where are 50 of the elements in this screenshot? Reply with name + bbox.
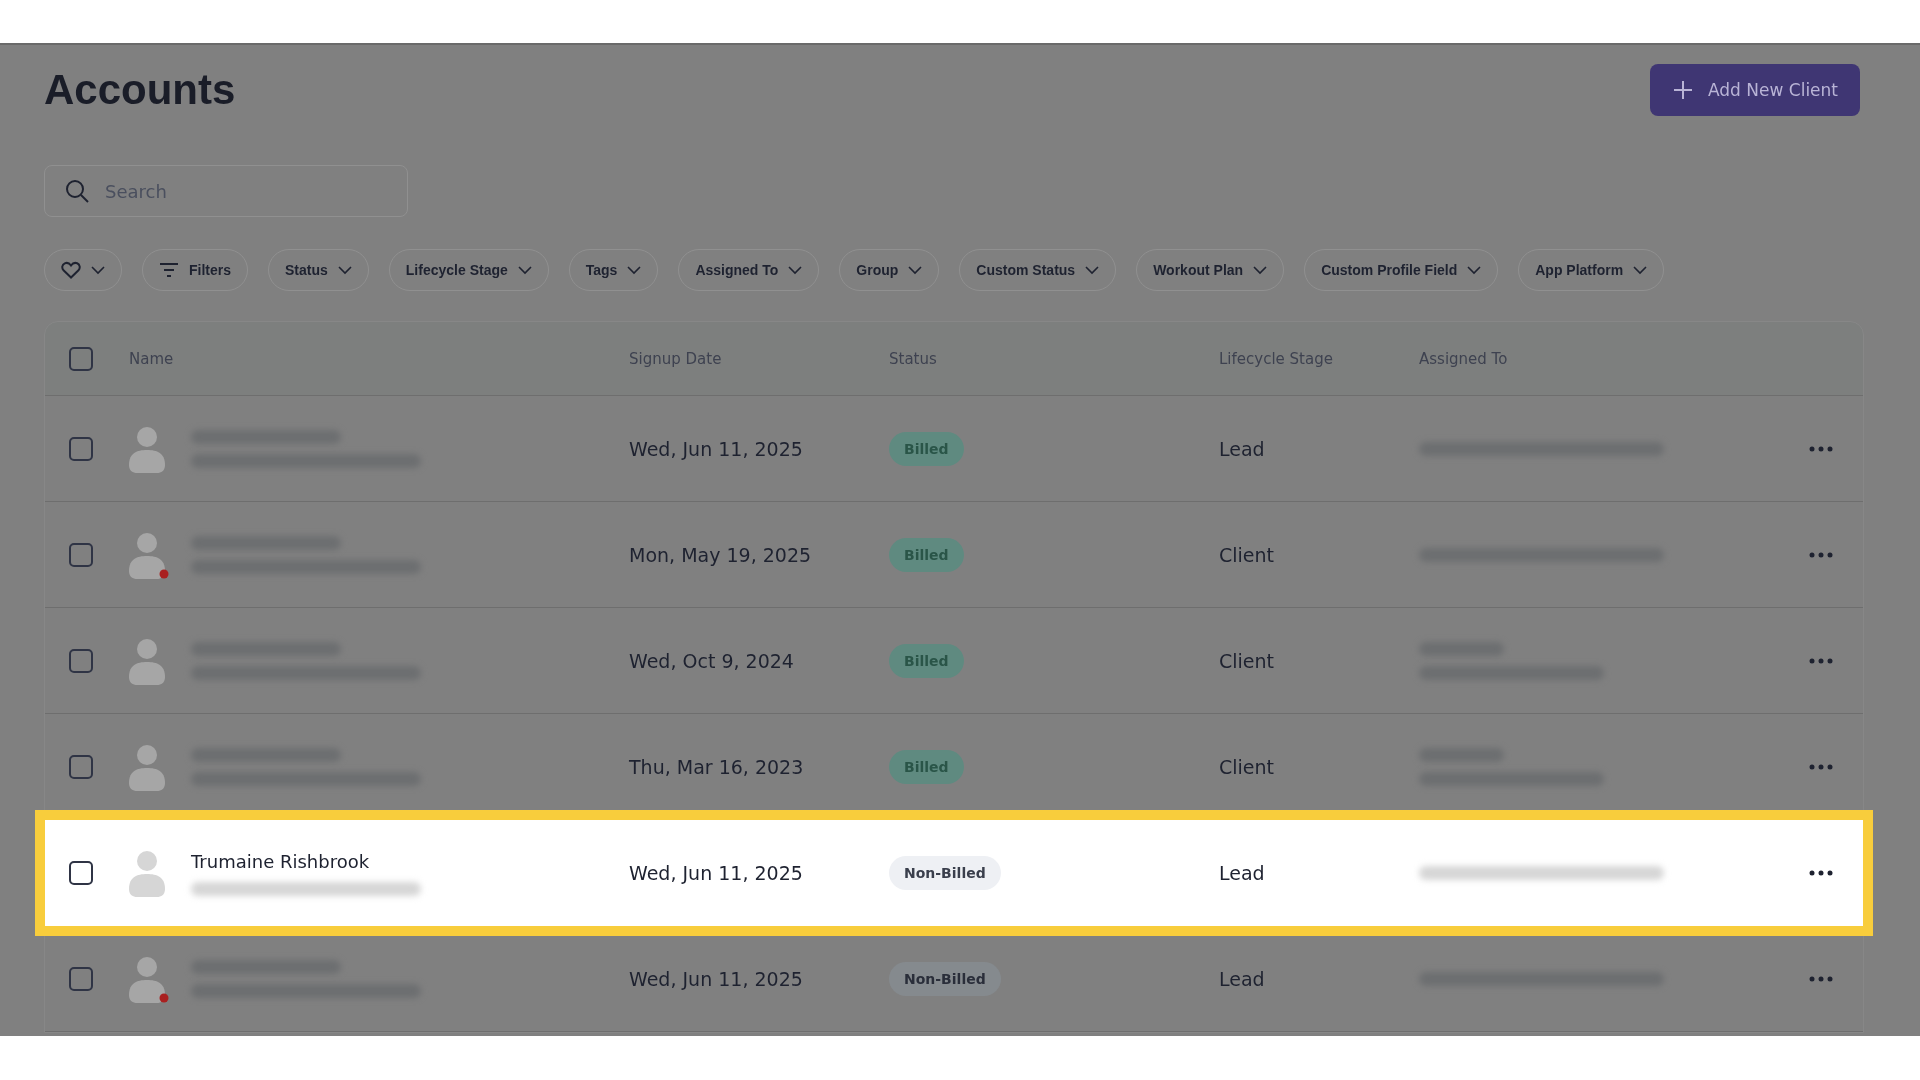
chevron-down-icon	[1253, 265, 1268, 275]
row-checkbox[interactable]	[69, 542, 93, 567]
chevron-down-icon	[1085, 265, 1100, 275]
chevron-down-icon	[517, 265, 532, 275]
client-name[interactable]: Trumaine Rishbrook	[191, 850, 421, 872]
chevron-down-icon	[627, 265, 642, 275]
chevron-down-icon	[91, 265, 105, 275]
avatar-icon	[129, 530, 169, 579]
lifecycle-stage: Client	[1219, 755, 1274, 778]
chevron-down-icon	[337, 265, 352, 275]
signup-date: Thu, Mar 16, 2023	[629, 755, 804, 778]
signup-date: Wed, Oct 9, 2024	[629, 649, 794, 672]
column-header: Status	[889, 349, 937, 368]
column-header: Lifecycle Stage	[1219, 349, 1333, 368]
lifecycle-stage: Lead	[1219, 967, 1265, 990]
row-checkbox[interactable]	[69, 966, 93, 991]
chevron-down-icon	[908, 265, 923, 275]
status-badge: Non-Billed	[889, 856, 1001, 890]
lifecycle-stage: Client	[1219, 649, 1274, 672]
row-checkbox[interactable]	[69, 754, 93, 779]
row-checkbox[interactable]	[69, 648, 93, 673]
search-icon	[64, 178, 90, 204]
signup-date: Wed, Jun 11, 2025	[629, 967, 803, 990]
chevron-down-icon	[1633, 265, 1648, 275]
status-badge: Non-Billed	[889, 961, 1001, 996]
column-header: Signup Date	[629, 349, 722, 368]
row-checkbox[interactable]	[69, 861, 93, 885]
status-badge: Billed	[889, 537, 964, 572]
column-header: Assigned To	[1419, 349, 1508, 368]
filter-icon	[159, 262, 179, 278]
heart-icon	[61, 261, 81, 279]
signup-date: Mon, May 19, 2025	[629, 543, 812, 566]
avatar-icon	[129, 954, 169, 1003]
lifecycle-stage: Client	[1219, 543, 1274, 566]
row-checkbox[interactable]	[69, 436, 93, 461]
chevron-down-icon	[1467, 265, 1482, 275]
signup-date: Wed, Jun 11, 2025	[629, 437, 803, 460]
lifecycle-stage: Lead	[1219, 862, 1265, 884]
lifecycle-stage: Lead	[1219, 437, 1265, 460]
status-badge: Billed	[889, 431, 964, 466]
column-header: Name	[129, 349, 174, 368]
page-title: Accounts	[44, 66, 236, 114]
status-badge: Billed	[889, 643, 964, 678]
chevron-down-icon	[788, 265, 803, 275]
more-options-icon[interactable]	[1809, 870, 1833, 876]
status-badge: Billed	[889, 749, 964, 784]
select-all-checkbox[interactable]	[69, 346, 93, 371]
add-new-client-button[interactable]: Add New Client	[1650, 64, 1860, 116]
plus-icon	[1672, 79, 1694, 101]
signup-date: Wed, Jun 11, 2025	[629, 862, 803, 884]
